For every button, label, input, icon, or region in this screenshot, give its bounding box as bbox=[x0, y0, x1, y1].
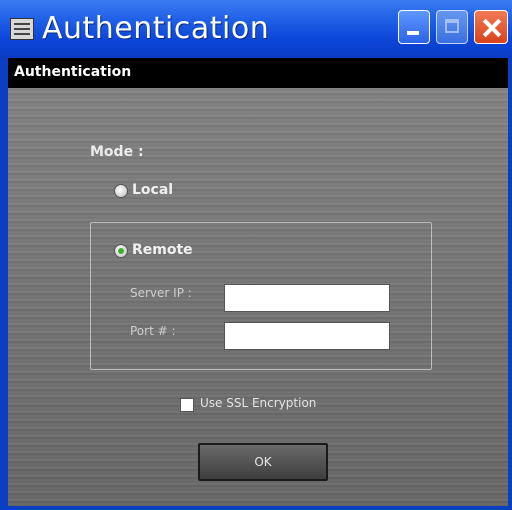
title-bar[interactable]: Authentication bbox=[0, 0, 512, 58]
ssl-checkbox-label[interactable]: Use SSL Encryption bbox=[200, 396, 316, 410]
app-icon[interactable] bbox=[10, 18, 34, 40]
port-label: Port # : bbox=[130, 324, 176, 338]
ok-button[interactable]: OK bbox=[198, 443, 328, 481]
close-button[interactable] bbox=[474, 10, 508, 44]
server-ip-input[interactable] bbox=[224, 284, 390, 312]
port-input[interactable] bbox=[224, 322, 390, 350]
dialog-body: Authentication Mode : Local Remote Serve… bbox=[8, 58, 508, 506]
header-title: Authentication bbox=[14, 64, 132, 80]
header-bar: Authentication bbox=[8, 58, 508, 88]
server-ip-label: Server IP : bbox=[130, 286, 192, 300]
window-title: Authentication bbox=[42, 11, 270, 46]
local-radio[interactable] bbox=[114, 184, 128, 198]
local-radio-label[interactable]: Local bbox=[132, 182, 173, 198]
mode-label: Mode : bbox=[90, 144, 144, 160]
authentication-window: Authentication Authentication Mode : Loc… bbox=[0, 0, 512, 510]
maximize-button[interactable] bbox=[436, 10, 468, 44]
minimize-button[interactable] bbox=[398, 10, 430, 44]
ssl-checkbox[interactable] bbox=[180, 398, 194, 412]
remote-radio-label[interactable]: Remote bbox=[132, 242, 193, 258]
remote-radio[interactable] bbox=[114, 244, 128, 258]
